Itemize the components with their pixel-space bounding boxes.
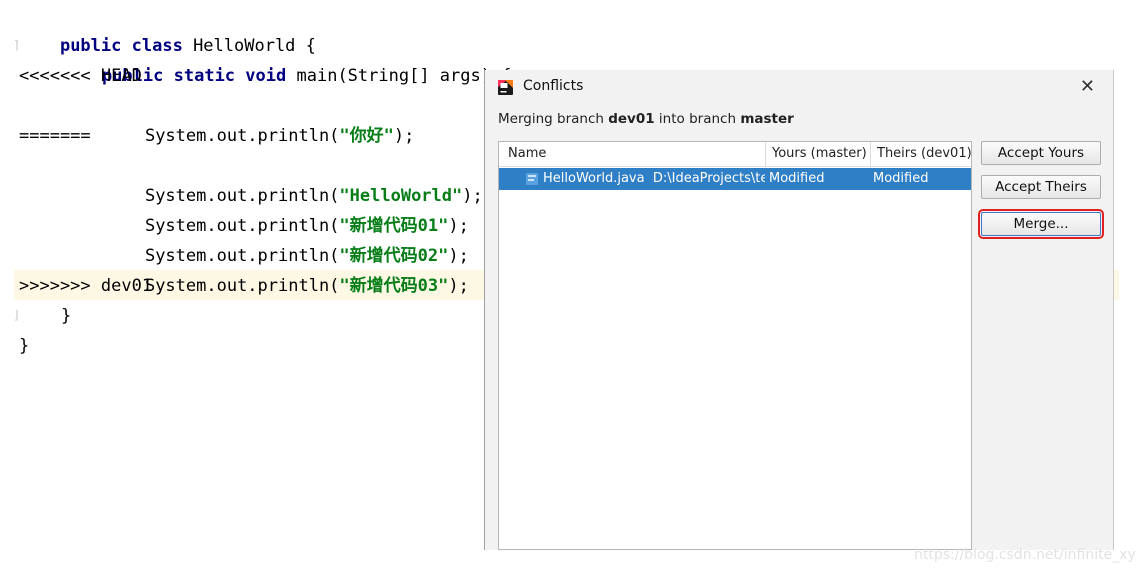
code-line-1: public class HelloWorld { [59, 36, 316, 56]
row-theirs-cell: Modified [873, 171, 929, 186]
code-line-close-class: } [19, 336, 30, 356]
gutter-marker: ⌉ [13, 38, 21, 52]
code-line-01: System.out.println("新增代码01"); [144, 216, 469, 236]
conflict-marker-dev01: >>>>>>> dev01 [19, 276, 153, 296]
dialog-title: Conflicts [523, 78, 584, 94]
column-header-yours[interactable]: Yours (master) [765, 142, 870, 166]
code-line-close-method: } [61, 306, 72, 326]
column-header-name[interactable]: Name [499, 142, 765, 166]
conflicts-table[interactable]: Name Yours (master) Theirs (dev01) Hello… [498, 141, 972, 550]
java-file-icon [526, 173, 538, 185]
code-line-02: System.out.println("新增代码02"); [144, 246, 469, 266]
row-file-cell: HelloWorld.java D:\IdeaProjects\te [543, 171, 765, 186]
conflict-separator: ======= [19, 126, 91, 146]
row-yours-cell: Modified [769, 171, 825, 186]
code-line-2: public static void main(String[] args) { [101, 66, 512, 86]
dialog-title-bar[interactable]: Conflicts ✕ [485, 70, 1113, 104]
accept-theirs-button[interactable]: Accept Theirs [981, 175, 1101, 199]
watermark: https://blog.csdn.net/infinite_xy [914, 547, 1136, 563]
close-icon[interactable]: ✕ [1080, 76, 1095, 97]
gutter-marker: ⌋ [13, 308, 21, 322]
conflict-marker-head: <<<<<<< HEAD [19, 66, 142, 86]
column-header-theirs[interactable]: Theirs (dev01) [870, 142, 971, 166]
intellij-app-icon [498, 80, 513, 95]
conflicts-dialog: Conflicts ✕ Merging branch dev01 into br… [484, 70, 1114, 550]
source-branch: dev01 [608, 111, 655, 127]
table-header: Name Yours (master) Theirs (dev01) [499, 142, 971, 167]
merge-button[interactable]: Merge... [978, 209, 1104, 239]
code-line-helloworld: System.out.println("HelloWorld"); [144, 186, 483, 206]
table-row[interactable]: HelloWorld.java D:\IdeaProjects\te Modif… [499, 168, 971, 190]
target-branch: master [740, 111, 794, 127]
merge-message: Merging branch dev01 into branch master [498, 111, 794, 127]
code-line-03: System.out.println("新增代码03"); [144, 276, 469, 296]
accept-yours-button[interactable]: Accept Yours [981, 141, 1101, 165]
code-line-nihao: System.out.println("你好"); [144, 126, 415, 146]
